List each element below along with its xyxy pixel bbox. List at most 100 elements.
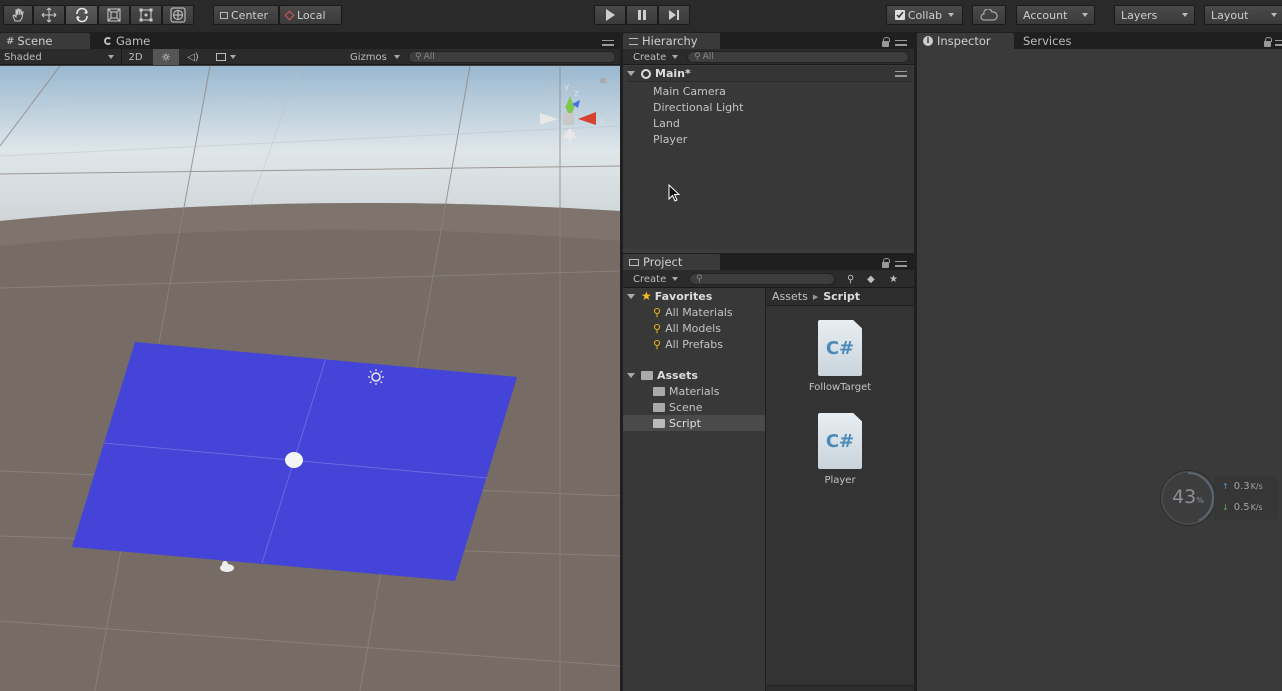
scene-search-input[interactable]: ⚲ All [408,51,616,63]
tab-scene[interactable]: # Scene [0,33,90,49]
collab-dropdown[interactable]: Collab [886,5,963,25]
lighting-toggle[interactable]: ☼ [153,49,179,65]
hierarchy-list-icon [629,37,638,45]
project-menu-icon[interactable] [895,261,907,267]
csharp-script-icon: C# [818,320,862,376]
breadcrumb-arrow-icon: ▶ [812,292,819,301]
project-search-input[interactable]: ⚲ [689,273,835,285]
inspector-lock-icon[interactable] [1264,37,1272,47]
shading-mode-dropdown[interactable]: Shaded [4,49,118,65]
gizmos-dropdown[interactable]: Gizmos [350,49,400,65]
favorite-item-label: All Prefabs [665,337,724,351]
favorite-search-button[interactable]: ★ [889,270,903,288]
hierarchy-item-label: Player [653,132,688,146]
hierarchy-item-player[interactable]: Player [653,131,903,147]
favorite-item-all-materials[interactable]: ⚲ All Materials [653,304,763,320]
layers-dropdown[interactable]: Layers [1114,5,1195,25]
player-sphere[interactable] [285,452,303,468]
folder-label: Script [669,416,701,430]
upload-speed: ↑ 0.3 K/s [1222,481,1263,492]
hierarchy-content: Main* Main Camera Directional Light Land… [623,66,914,249]
favorite-item-all-prefabs[interactable]: ⚲ All Prefabs [653,336,763,352]
rotate-icon [75,7,88,23]
favorites-header[interactable]: ★ Favorites [627,288,763,304]
layout-dropdown[interactable]: Layout [1204,5,1282,25]
pause-button[interactable] [626,5,658,25]
local-cube-icon [284,10,295,20]
scale-tool-button[interactable] [98,5,130,25]
move-tool-button[interactable] [33,5,65,25]
effects-dropdown[interactable] [209,49,243,65]
asset-name: FollowTarget [808,382,872,393]
folder-icon [653,386,665,396]
rect-tool-button[interactable] [130,5,162,25]
project-create-dropdown[interactable]: Create [633,270,683,288]
tab-inspector-label: Inspector [937,34,991,48]
download-value: 0.5 [1233,502,1250,513]
pivot-local-button[interactable]: Local [279,5,342,25]
download-speed: ↓ 0.5 K/s [1222,502,1263,513]
filter-by-type-button[interactable]: ⚲ [847,270,861,288]
favorite-item-all-models[interactable]: ⚲ All Models [653,320,763,336]
inspector-content [917,49,1282,691]
favorites-star-icon: ★ [641,289,652,303]
move-arrows-icon [41,7,57,23]
hierarchy-item-main-camera[interactable]: Main Camera [653,83,903,99]
collab-label: Collab [907,8,943,22]
project-lock-icon[interactable] [882,258,890,268]
tab-project[interactable]: Project [623,254,720,270]
hierarchy-item-directional-light[interactable]: Directional Light [653,99,903,115]
scene-root-row[interactable]: Main* [627,66,912,82]
tab-hierarchy[interactable]: Hierarchy [623,33,720,49]
breadcrumb-assets[interactable]: Assets [772,290,808,303]
create-arrow-icon [672,55,679,59]
2d-toggle[interactable]: 2D [121,49,149,65]
play-button[interactable] [594,5,626,25]
scene-options-icon[interactable] [895,71,907,77]
scene-viewport[interactable]: y z x [0,66,620,691]
tab-inspector[interactable]: i Inspector [917,33,1014,49]
tab-game[interactable]: Game [98,33,158,49]
assets-header[interactable]: Assets [627,367,763,383]
folder-script[interactable]: Script [623,415,765,431]
folder-icon [641,370,653,380]
folder-materials[interactable]: Materials [653,383,763,399]
search-icon: ⚲ [694,52,701,62]
pivot-local-label: Local [297,8,326,22]
tab-hierarchy-label: Hierarchy [642,34,698,48]
sun-icon: ☼ [161,50,171,64]
inspector-tabbar: i Inspector Services [917,32,1282,49]
breadcrumb: Assets ▶ Script [766,288,914,306]
audio-toggle[interactable]: ◁) [180,49,206,65]
pivot-center-label: Center [231,8,269,22]
hierarchy-lock-icon[interactable] [882,37,890,47]
search-icon: ⚲ [653,321,662,335]
network-speed-widget: 43% ↑ 0.3 K/s ↓ 0.5 K/s [1160,470,1280,526]
folder-icon [653,418,665,428]
hand-tool-button[interactable] [3,5,33,25]
rotate-tool-button[interactable] [65,5,98,25]
scene-panel-menu-icon[interactable] [602,40,614,46]
asset-player[interactable]: C# Player [796,411,884,489]
filter-by-label-button[interactable]: ◆ [867,270,881,288]
tab-services[interactable]: Services [1017,33,1087,49]
step-button[interactable] [658,5,690,25]
asset-followtarget[interactable]: C# FollowTarget [796,318,884,396]
cpu-percent-value: 43 [1172,486,1197,508]
speaker-icon: ◁) [187,51,199,63]
breadcrumb-script[interactable]: Script [823,290,860,303]
gizmo-lock-icon[interactable] [600,78,606,83]
cloud-button[interactable] [972,5,1006,25]
hierarchy-menu-icon[interactable] [895,40,907,46]
account-dropdown[interactable]: Account [1016,5,1095,25]
expand-arrow-icon [627,293,635,299]
transform-tool-button[interactable] [162,5,194,25]
hierarchy-item-land[interactable]: Land [653,115,903,131]
hierarchy-create-dropdown[interactable]: Create [633,49,683,65]
hierarchy-search-input[interactable]: ⚲ All [687,51,909,63]
folder-scene[interactable]: Scene [653,399,763,415]
pivot-center-button[interactable]: Center [213,5,279,25]
hierarchy-tabbar: Hierarchy [623,32,914,49]
inspector-menu-icon[interactable] [1275,40,1282,46]
csharp-icon-label: C# [825,337,855,359]
